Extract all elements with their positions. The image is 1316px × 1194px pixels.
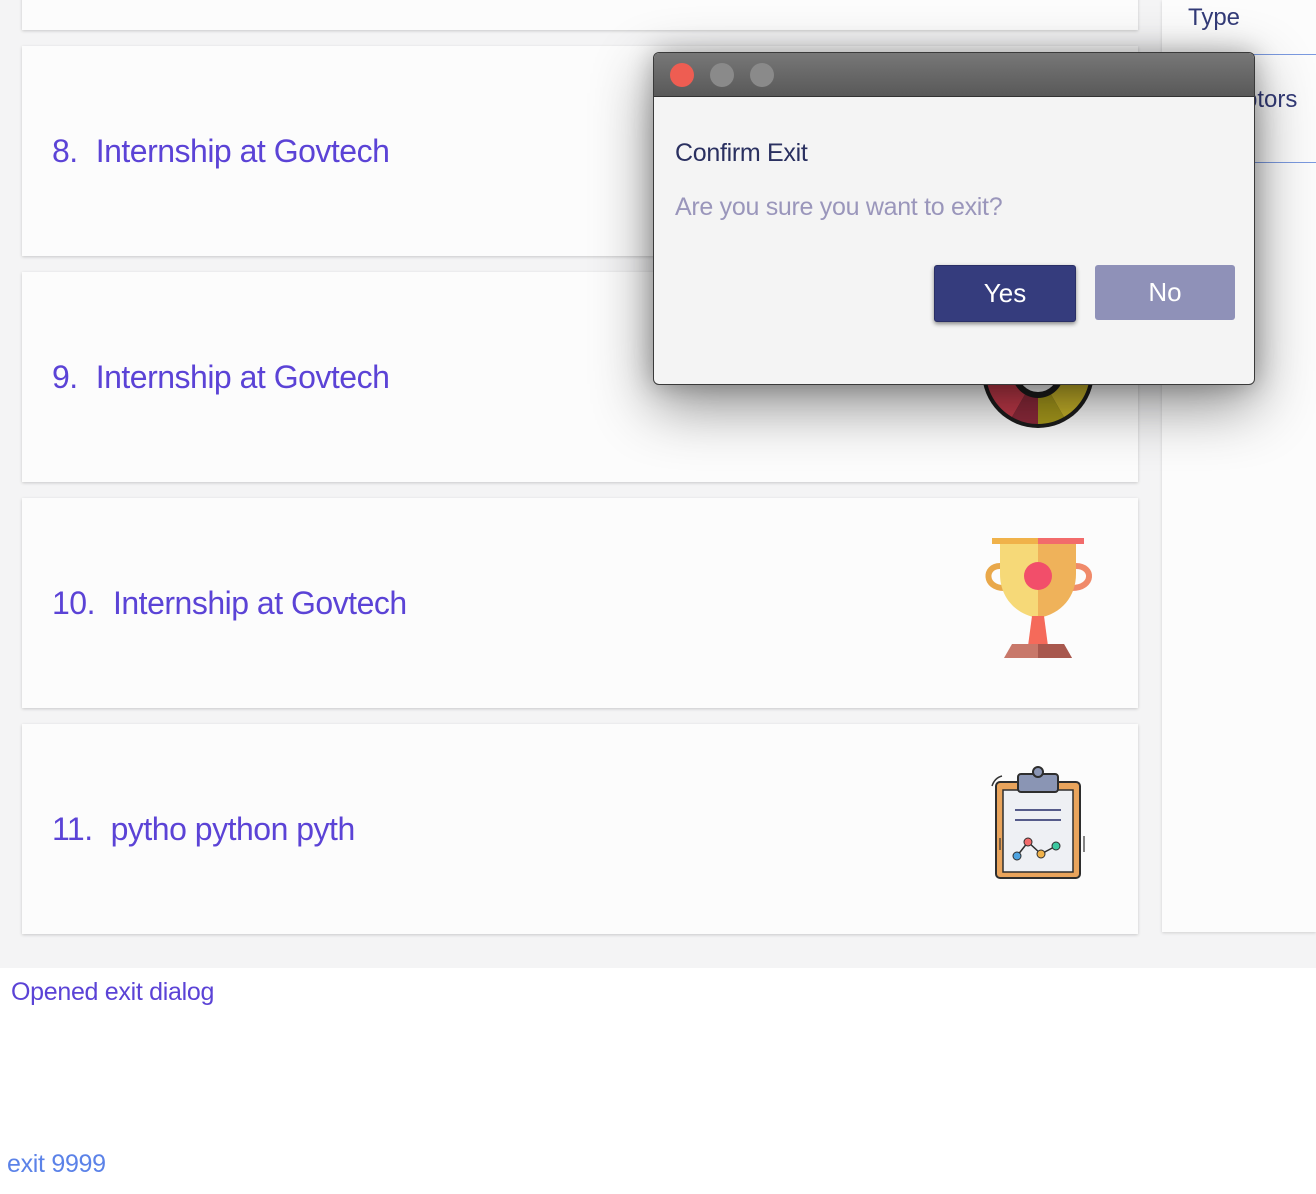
dialog-heading: Confirm Exit — [675, 139, 808, 167]
card-title: 8. Internship at Govtech — [52, 46, 390, 256]
card-title: 10. Internship at Govtech — [52, 498, 407, 708]
card-name: Internship at Govtech — [112, 584, 407, 621]
list-card-partial[interactable] — [22, 0, 1138, 30]
minimize-window-button[interactable] — [710, 63, 734, 87]
trophy-icon — [985, 538, 1092, 658]
card-index: 11. — [52, 810, 93, 847]
clipboard-chart-icon — [991, 766, 1085, 879]
card-name: Internship at Govtech — [95, 132, 390, 169]
side-item-label: Type — [1188, 4, 1241, 31]
card-name: pytho python pyth — [110, 810, 356, 847]
dialog-message: Are you sure you want to exit? — [675, 193, 1003, 221]
card-index: 8. — [52, 132, 78, 169]
close-window-button[interactable] — [670, 63, 694, 87]
card-title: 9. Internship at Govtech — [52, 272, 390, 482]
card-index: 9. — [52, 358, 78, 395]
side-item-type[interactable]: Type — [1162, 0, 1316, 55]
no-button[interactable]: No — [1095, 265, 1235, 320]
card-title: 11. pytho python pyth — [52, 724, 355, 934]
maximize-window-button[interactable] — [750, 63, 774, 87]
dialog-titlebar[interactable] — [654, 53, 1254, 97]
command-input[interactable]: exit 9999 — [7, 1150, 106, 1179]
list-card[interactable]: 11. pytho python pyth — [22, 724, 1138, 934]
card-name: Internship at Govtech — [95, 358, 390, 395]
result-display: Opened exit dialog — [11, 978, 215, 1006]
card-index: 10. — [52, 584, 95, 621]
list-card[interactable]: 10. Internship at Govtech — [22, 498, 1138, 708]
yes-button[interactable]: Yes — [934, 265, 1076, 322]
confirm-exit-dialog: Confirm Exit Are you sure you want to ex… — [653, 52, 1255, 385]
